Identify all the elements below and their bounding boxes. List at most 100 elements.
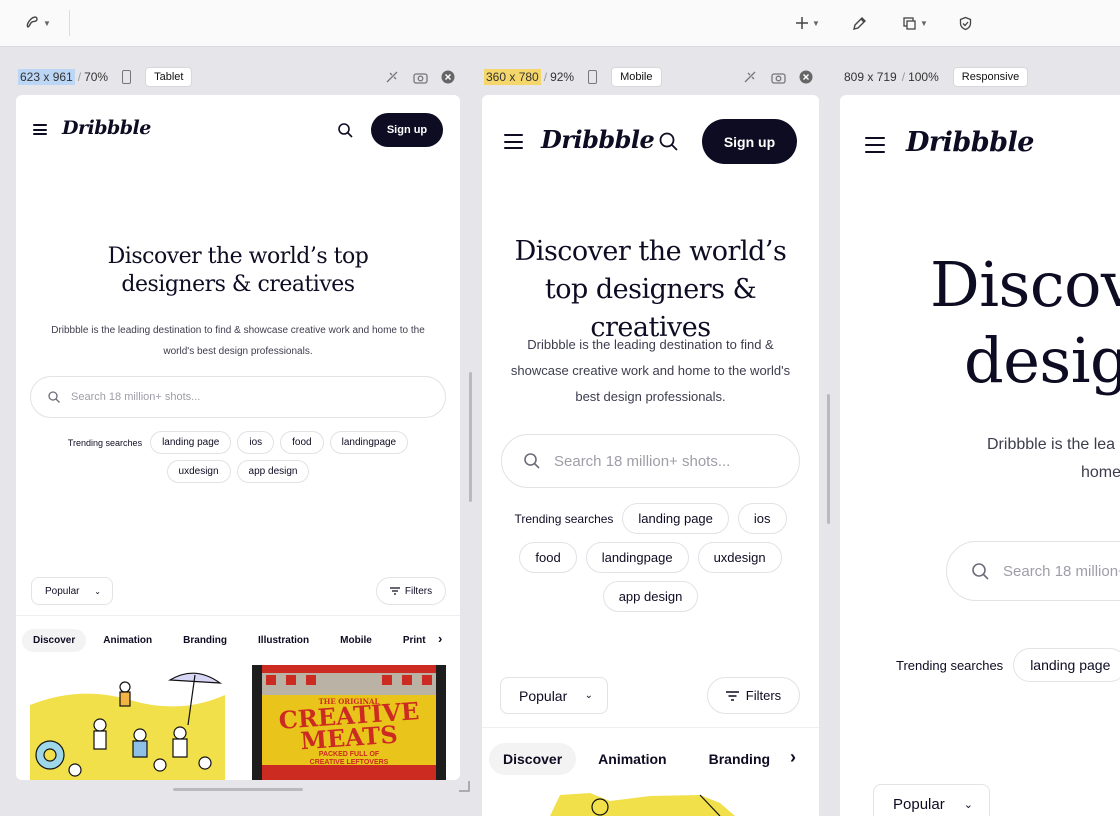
trending-pill[interactable]: landing page — [150, 431, 232, 454]
chevron-right-icon[interactable]: › — [438, 631, 442, 646]
tablet-horizontal-scrollbar[interactable] — [173, 788, 303, 791]
trending-pill[interactable]: uxdesign — [166, 460, 231, 483]
category-tab[interactable]: Mobile — [329, 629, 383, 652]
category-tab[interactable]: Branding — [172, 629, 238, 652]
divider — [16, 615, 460, 616]
mobile-vertical-scrollbar[interactable] — [827, 394, 830, 524]
beach-illustration — [30, 665, 225, 780]
search-icon — [972, 562, 989, 580]
category-tab[interactable]: Illustration — [247, 629, 320, 652]
close-icon[interactable] — [797, 68, 815, 86]
search-input[interactable]: Search 18 million+ shots... — [30, 376, 446, 418]
device-tag[interactable]: Tablet — [145, 67, 193, 87]
shield-icon — [959, 16, 972, 30]
device-dimensions[interactable]: 623 x 961 — [18, 69, 75, 85]
category-tab[interactable]: Animation — [584, 743, 680, 775]
signup-button[interactable]: Sign up — [702, 119, 797, 164]
dribbble-logo[interactable]: Dribbble — [62, 117, 151, 139]
paint-icon — [26, 16, 38, 28]
popular-dropdown[interactable]: Popular ⌄ — [873, 784, 990, 816]
device-dimensions[interactable]: 809 x 719 — [842, 69, 899, 85]
camera-icon[interactable] — [769, 68, 787, 86]
search-icon — [48, 391, 60, 403]
device-zoom[interactable]: 92% — [550, 70, 574, 84]
top-toolbar: ▼ ▼ ▼ — [0, 0, 1120, 47]
search-input[interactable]: Search 18 million+ shots... — [501, 434, 800, 488]
filter-icon — [389, 587, 400, 595]
filters-label: Filters — [745, 688, 782, 703]
menu-icon[interactable] — [504, 134, 523, 149]
popular-dropdown[interactable]: Popular ⌄ — [500, 677, 608, 714]
tablet-vertical-scrollbar[interactable] — [469, 372, 472, 502]
search-icon[interactable] — [338, 123, 353, 138]
filters-button[interactable]: Filters — [376, 577, 446, 605]
rotate-icon[interactable] — [741, 68, 759, 86]
camera-icon[interactable] — [411, 68, 429, 86]
hero-subtitle: Dribbble is the leading destination to f… — [510, 337, 791, 404]
chevron-right-icon[interactable]: › — [790, 747, 796, 768]
device-icon[interactable] — [588, 70, 598, 84]
trending-pill[interactable]: landingpage — [329, 431, 409, 454]
menu-icon[interactable] — [865, 137, 885, 153]
search-icon[interactable] — [659, 132, 678, 151]
add-button[interactable]: ▼ — [795, 12, 820, 34]
trending-pill[interactable]: food — [280, 431, 324, 454]
shot-thumbnail-beach[interactable] — [30, 665, 225, 780]
trending-searches: Trending searches landing page ios food … — [62, 431, 414, 483]
trending-pill[interactable]: landing page — [622, 503, 729, 534]
edit-button[interactable] — [852, 12, 867, 34]
search-placeholder: Search 18 million+ shots... — [554, 452, 731, 470]
category-tabs: Discover Animation Branding Illustration… — [22, 627, 437, 653]
beach-illustration — [550, 793, 735, 816]
resize-handle-icon[interactable] — [458, 780, 470, 792]
hero-headline: Discover the world’s top designers & cre… — [107, 244, 369, 297]
signup-button[interactable]: Sign up — [371, 113, 443, 147]
trending-pill[interactable]: food — [519, 542, 577, 573]
popular-label: Popular — [893, 795, 945, 813]
shot-thumbnail-creative-meats[interactable]: THE ORIGINAL CREATIVE MEATS PACKED FULL … — [252, 665, 446, 780]
chevron-down-icon: ▼ — [812, 18, 820, 28]
device-zoom[interactable]: 100% — [908, 70, 939, 84]
device-tag[interactable]: Mobile — [611, 67, 662, 87]
dribbble-logo[interactable]: Dribbble — [541, 125, 655, 154]
paint-menu-button[interactable]: ▼ — [26, 12, 51, 34]
search-icon — [524, 453, 540, 469]
search-input[interactable]: Search 18 million+ — [946, 541, 1120, 601]
category-tab[interactable]: Print — [392, 629, 437, 652]
trending-pill[interactable]: ios — [737, 503, 787, 534]
trending-pill[interactable]: app design — [236, 460, 310, 483]
layout-icon — [903, 16, 916, 30]
filters-button[interactable]: Filters — [707, 677, 800, 714]
trending-pill[interactable]: ios — [237, 431, 275, 454]
trending-pill[interactable]: landing page — [1013, 648, 1120, 682]
hero-headline-line2: design — [964, 324, 1120, 397]
trending-pill[interactable]: uxdesign — [697, 542, 782, 573]
popular-dropdown[interactable]: Popular ⌄ — [31, 577, 113, 605]
divider — [482, 727, 819, 728]
category-tab[interactable]: Branding — [695, 743, 784, 775]
device-tag[interactable]: Responsive — [952, 67, 1029, 87]
responsive-frame: Dribbble Discove design Dribbble is the … — [840, 95, 1120, 816]
toolbar-divider — [69, 10, 70, 36]
tablet-device-header: 623 x 961 / 70% Tablet — [18, 66, 193, 88]
dribbble-logo[interactable]: Dribbble — [906, 127, 1034, 158]
category-tab[interactable]: Animation — [92, 629, 163, 652]
device-zoom[interactable]: 70% — [84, 70, 108, 84]
menu-icon[interactable] — [33, 124, 47, 135]
close-icon[interactable] — [439, 68, 457, 86]
device-icon[interactable] — [122, 70, 132, 84]
can-text-leftovers: CREATIVE LEFTOVERS — [309, 759, 389, 766]
device-dimensions[interactable]: 360 x 780 — [484, 69, 541, 85]
trending-pill[interactable]: landingpage — [585, 542, 689, 573]
chevron-down-icon: ▼ — [43, 18, 51, 28]
trending-label: Trending searches — [514, 511, 614, 526]
category-tab[interactable]: Discover — [22, 628, 87, 652]
shot-thumbnail-beach[interactable] — [550, 793, 735, 816]
shield-button[interactable] — [958, 12, 973, 34]
category-tab[interactable]: Discover — [489, 743, 577, 775]
hero-headline-line1: Discove — [930, 248, 1120, 321]
trending-pill[interactable]: app design — [602, 581, 699, 612]
rotate-icon[interactable] — [383, 68, 401, 86]
separator: / — [77, 70, 82, 84]
layout-button[interactable]: ▼ — [902, 12, 928, 34]
